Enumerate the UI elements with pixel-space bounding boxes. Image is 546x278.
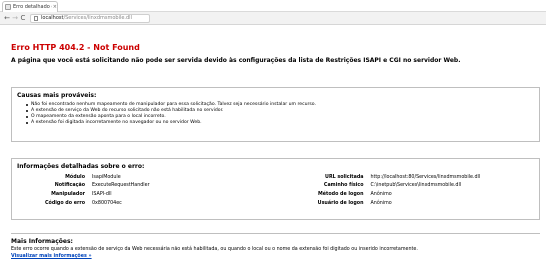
more-info-text: Este erro ocorre quando a extensão de se…	[11, 247, 418, 252]
page-info-icon[interactable]	[34, 15, 38, 21]
detail-value: http://localhost:80/Services/linxdmsmobi…	[370, 174, 481, 180]
detail-row: Módulo IsapiModule	[17, 173, 276, 182]
detail-value: Anônimo	[370, 200, 392, 206]
details-panel: Informações detalhadas sobre o erro: Mód…	[11, 158, 540, 220]
url-path: /Services/linxdmsmobile.dll	[63, 15, 132, 21]
detail-value: ExecuteRequestHandler	[92, 183, 150, 189]
tab-close-icon[interactable]: ×	[53, 4, 57, 10]
causes-heading: Causas mais prováveis:	[17, 92, 97, 99]
more-info-panel: Mais Informações: Este erro ocorre quand…	[11, 233, 540, 268]
details-right-column: URL solicitada http://localhost:80/Servi…	[276, 173, 535, 207]
detail-key: URL solicitada	[325, 174, 364, 180]
page-favicon-icon	[5, 4, 11, 10]
detail-row: Usuário de logon Anônimo	[276, 199, 535, 208]
detail-value: ISAPI-dll	[92, 191, 112, 197]
details-grid: Módulo IsapiModule Notificação ExecuteRe…	[17, 173, 534, 207]
browser-toolbar: ← → C localhost/Services/linxdmsmobile.d…	[0, 12, 546, 25]
detail-key: Código do erro	[45, 200, 85, 206]
detail-row: URL solicitada http://localhost:80/Servi…	[276, 173, 535, 182]
detail-key: Método de logon	[318, 191, 364, 197]
detail-key: Caminho físico	[323, 183, 364, 189]
detail-key: Módulo	[65, 174, 85, 180]
page-content: Erro HTTP 404.2 - Not Found A página que…	[0, 43, 546, 64]
cause-item: A extensão foi digitada incorretamente n…	[26, 120, 534, 126]
url-host: localhost	[41, 15, 64, 21]
detail-value: IsapiModule	[92, 174, 121, 180]
detail-row: Método de logon Anônimo	[276, 190, 535, 199]
detail-row: Notificação ExecuteRequestHandler	[17, 182, 276, 191]
error-subtitle: A página que você está solicitando não p…	[11, 57, 461, 64]
details-heading: Informações detalhadas sobre o erro:	[17, 163, 145, 170]
detail-value: C:\inetpub\Services\linxdmsmobile.dll	[370, 183, 462, 189]
detail-key: Usuário de logon	[317, 200, 364, 206]
more-info-link[interactable]: Visualizar mais informações »	[11, 254, 92, 259]
detail-row: Código do erro 0x800704ec	[17, 199, 276, 208]
details-left-column: Módulo IsapiModule Notificação ExecuteRe…	[17, 173, 276, 207]
back-arrow-icon[interactable]: ←	[3, 14, 11, 22]
reload-icon[interactable]: C	[19, 14, 27, 22]
detail-value: Anônimo	[370, 191, 392, 197]
causes-list: Não foi encontrado nenhum mapeamento de …	[26, 102, 534, 126]
detail-row: Manipulador ISAPI-dll	[17, 190, 276, 199]
address-bar[interactable]: localhost/Services/linxdmsmobile.dll	[30, 13, 150, 23]
tab-title: Erro detalhado do IIS 8.5	[13, 4, 52, 10]
browser-tab-bar: Erro detalhado do IIS 8.5 ×	[0, 0, 546, 12]
forward-arrow-icon[interactable]: →	[11, 14, 19, 22]
causes-panel: Causas mais prováveis: Não foi encontrad…	[11, 87, 540, 142]
more-info-heading: Mais Informações:	[11, 238, 73, 245]
detail-key: Manipulador	[51, 191, 85, 197]
detail-key: Notificação	[54, 183, 85, 189]
browser-tab[interactable]: Erro detalhado do IIS 8.5 ×	[2, 1, 58, 12]
error-title: Erro HTTP 404.2 - Not Found	[11, 43, 140, 52]
detail-value: 0x800704ec	[92, 200, 122, 206]
detail-row: Caminho físico C:\inetpub\Services\linxd…	[276, 182, 535, 191]
